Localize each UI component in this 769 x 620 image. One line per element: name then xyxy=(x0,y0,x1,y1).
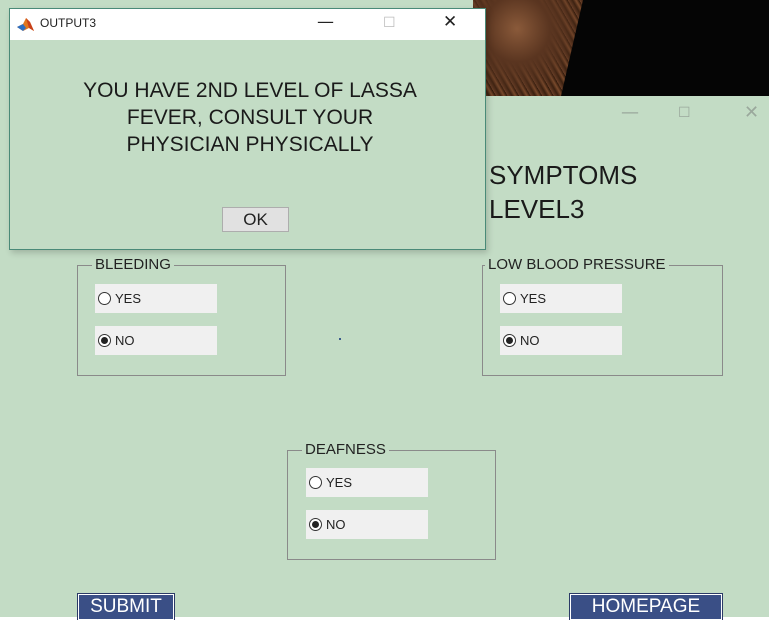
message-line-1: YOU HAVE 2ND LEVEL OF LASSA xyxy=(83,79,417,102)
radio-label: YES xyxy=(520,291,547,306)
dialog-message: YOU HAVE 2ND LEVEL OF LASSA FEVER, CONSU… xyxy=(26,77,474,158)
radio-label: YES xyxy=(326,475,353,490)
stray-dot xyxy=(339,338,341,340)
maximize-icon[interactable]: ☐ xyxy=(678,105,691,121)
close-icon[interactable]: ✕ xyxy=(744,102,759,123)
title-line-1: SYMPTOMS xyxy=(489,160,638,190)
message-line-2: FEVER, CONSULT YOUR xyxy=(126,106,374,129)
deafness-group: DEAFNESS xyxy=(287,441,496,560)
radio-unchecked-icon xyxy=(309,476,322,489)
message-line-3: PHYSICIAN PHYSICALLY xyxy=(126,133,374,156)
ok-button[interactable]: OK xyxy=(222,207,289,232)
radio-unchecked-icon xyxy=(98,292,111,305)
photo-texture xyxy=(473,0,583,96)
radio-checked-icon xyxy=(309,518,322,531)
output-dialog: OUTPUT3 — ☐ ✕ YOU HAVE 2ND LEVEL OF LASS… xyxy=(9,8,486,250)
deafness-yes-radio[interactable]: YES xyxy=(306,468,428,497)
dialog-titlebar: OUTPUT3 — ☐ ✕ xyxy=(10,9,485,40)
bleeding-group-title: BLEEDING xyxy=(92,256,174,273)
header-photo xyxy=(473,0,769,96)
page-title: SYMPTOMS LEVEL3 xyxy=(489,158,637,226)
minimize-icon[interactable]: — xyxy=(621,102,639,123)
radio-unchecked-icon xyxy=(503,292,516,305)
bleeding-group: BLEEDING xyxy=(77,256,286,376)
low-bp-yes-radio[interactable]: YES xyxy=(500,284,622,313)
title-line-2: LEVEL3 xyxy=(489,194,585,224)
low-blood-pressure-group: LOW BLOOD PRESSURE xyxy=(482,256,723,376)
radio-label: NO xyxy=(326,517,346,532)
deafness-no-radio[interactable]: NO xyxy=(306,510,428,539)
bleeding-yes-radio[interactable]: YES xyxy=(95,284,217,313)
close-icon[interactable]: ✕ xyxy=(443,12,457,32)
low-blood-pressure-group-title: LOW BLOOD PRESSURE xyxy=(485,256,669,273)
matlab-icon xyxy=(17,18,34,31)
homepage-button[interactable]: HOMEPAGE xyxy=(569,593,723,620)
radio-label: NO xyxy=(520,333,540,348)
radio-checked-icon xyxy=(503,334,516,347)
radio-label: YES xyxy=(115,291,142,306)
minimize-icon[interactable]: — xyxy=(317,12,334,32)
maximize-icon[interactable]: ☐ xyxy=(383,15,396,31)
deafness-group-title: DEAFNESS xyxy=(302,441,389,458)
submit-button[interactable]: SUBMIT xyxy=(77,593,175,620)
radio-label: NO xyxy=(115,333,135,348)
low-bp-no-radio[interactable]: NO xyxy=(500,326,622,355)
main-titlebar: — ☐ ✕ xyxy=(473,96,769,136)
dialog-title: OUTPUT3 xyxy=(40,16,97,30)
radio-checked-icon xyxy=(98,334,111,347)
bleeding-no-radio[interactable]: NO xyxy=(95,326,217,355)
